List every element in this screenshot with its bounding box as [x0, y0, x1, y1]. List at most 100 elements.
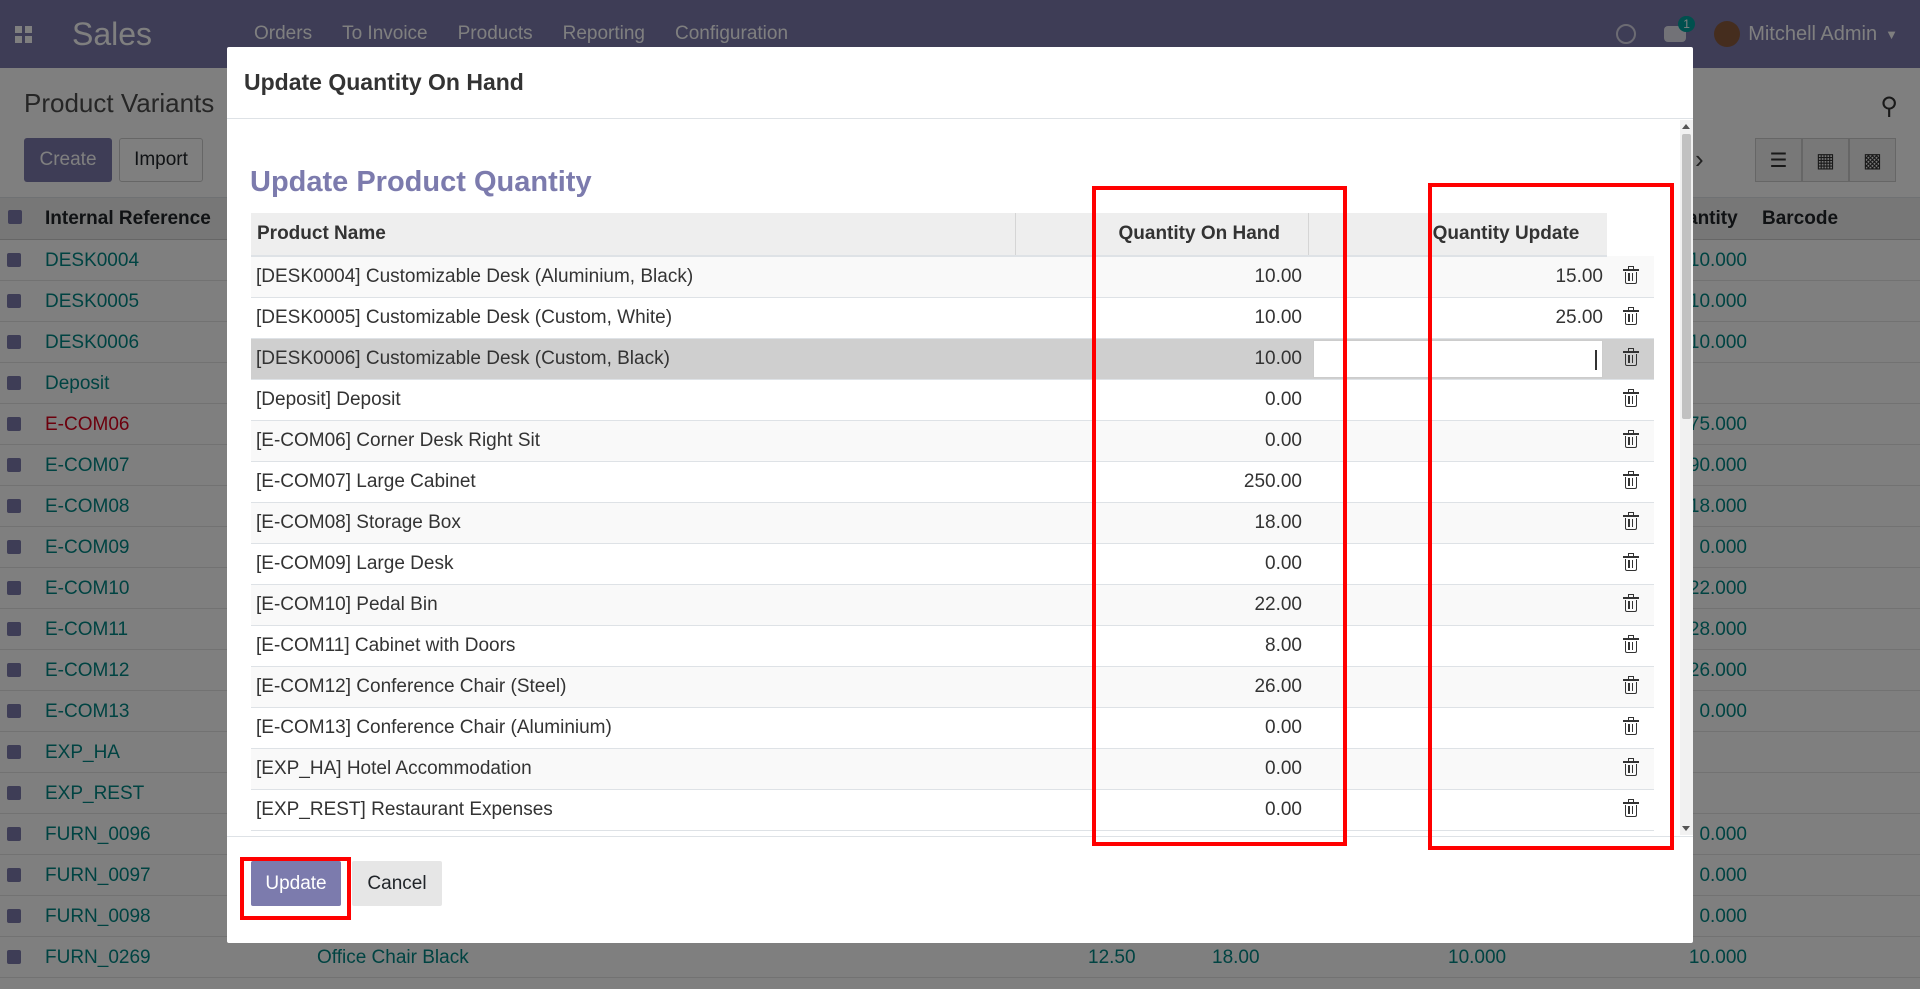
table-row[interactable]: [DESK0004] Customizable Desk (Aluminium,…: [251, 256, 1654, 298]
product-name-cell: [Deposit] Deposit: [251, 379, 1015, 421]
delete-row-button[interactable]: [1607, 379, 1654, 421]
product-name-cell: [E-COM06] Corner Desk Right Sit: [251, 420, 1015, 462]
spacer-cell: [1308, 297, 1409, 339]
trash-icon[interactable]: [1622, 593, 1639, 612]
trash-icon[interactable]: [1622, 429, 1639, 448]
quantity-on-hand-cell: 26.00: [1097, 666, 1308, 708]
spacer-cell: [1308, 543, 1409, 585]
scroll-thumb[interactable]: [1682, 134, 1691, 419]
spacer-cell: [1015, 461, 1097, 503]
quantity-on-hand-cell: 0.00: [1097, 748, 1308, 790]
modal-header: Update Quantity On Hand: [227, 47, 1693, 119]
table-row[interactable]: [E-COM12] Conference Chair (Steel) 26.00: [251, 666, 1654, 708]
product-name-cell: [EXP_HA] Hotel Accommodation: [251, 748, 1015, 790]
trash-icon[interactable]: [1622, 388, 1639, 407]
trash-icon[interactable]: [1622, 552, 1639, 571]
col-product-name[interactable]: Product Name: [251, 213, 1016, 257]
quantity-update-cell[interactable]: [1409, 584, 1607, 626]
trash-icon[interactable]: [1622, 634, 1639, 653]
table-row[interactable]: [EXP_REST] Restaurant Expenses 0.00: [251, 789, 1654, 831]
trash-icon[interactable]: [1622, 265, 1639, 284]
delete-row-button[interactable]: [1607, 707, 1654, 749]
spacer-cell: [1015, 666, 1097, 708]
delete-row-button[interactable]: [1607, 625, 1654, 667]
delete-row-button[interactable]: [1607, 420, 1654, 462]
delete-row-button[interactable]: [1607, 666, 1654, 708]
form-title: Update Product Quantity: [250, 166, 592, 198]
col-delete: [1607, 213, 1654, 256]
quantity-update-cell[interactable]: [1409, 543, 1607, 585]
quantity-update-cell[interactable]: [1409, 748, 1607, 790]
scroll-up-arrow[interactable]: [1682, 124, 1690, 129]
quantity-update-cell[interactable]: [1409, 379, 1607, 421]
delete-row-button[interactable]: [1607, 297, 1654, 339]
product-name-cell: [E-COM12] Conference Chair (Steel): [251, 666, 1015, 708]
quantity-update-cell[interactable]: [1409, 625, 1607, 667]
col-quantity-on-hand[interactable]: Quantity On Hand: [1097, 213, 1309, 257]
trash-icon[interactable]: [1622, 511, 1639, 530]
quantity-update-cell[interactable]: [1409, 707, 1607, 749]
table-row[interactable]: [E-COM09] Large Desk 0.00: [251, 543, 1654, 585]
quantity-update-cell[interactable]: [1409, 502, 1607, 544]
trash-icon[interactable]: [1622, 470, 1639, 489]
update-button[interactable]: Update: [251, 861, 341, 906]
table-row[interactable]: [E-COM10] Pedal Bin 22.00: [251, 584, 1654, 626]
quantity-table: Product Name Quantity On Hand Quantity U…: [251, 213, 1654, 831]
quantity-update-cell[interactable]: [1409, 420, 1607, 462]
table-row[interactable]: [DESK0006] Customizable Desk (Custom, Bl…: [251, 338, 1654, 380]
delete-row-button[interactable]: [1607, 748, 1654, 790]
delete-row-button[interactable]: [1607, 338, 1654, 380]
quantity-on-hand-cell: 0.00: [1097, 379, 1308, 421]
quantity-update-cell[interactable]: 25.00: [1409, 297, 1607, 339]
spacer-cell: [1308, 256, 1409, 298]
trash-icon[interactable]: [1622, 798, 1639, 817]
trash-icon[interactable]: [1622, 347, 1639, 366]
delete-row-button[interactable]: [1607, 543, 1654, 585]
trash-icon[interactable]: [1622, 675, 1639, 694]
cancel-button[interactable]: Cancel: [352, 861, 442, 906]
spacer-cell: [1015, 789, 1097, 831]
spacer-cell: [1015, 379, 1097, 421]
quantity-on-hand-cell: 0.00: [1097, 789, 1308, 831]
quantity-update-input[interactable]: [1313, 339, 1603, 378]
table-row[interactable]: [E-COM08] Storage Box 18.00: [251, 502, 1654, 544]
product-name-cell: [E-COM09] Large Desk: [251, 543, 1015, 585]
trash-icon[interactable]: [1622, 716, 1639, 735]
quantity-update-cell[interactable]: 15.00: [1409, 256, 1607, 298]
delete-row-button[interactable]: [1607, 502, 1654, 544]
quantity-update-cell[interactable]: [1409, 789, 1607, 831]
product-name-cell: [E-COM11] Cabinet with Doors: [251, 625, 1015, 667]
quantity-on-hand-cell: 22.00: [1097, 584, 1308, 626]
quantity-update-cell[interactable]: [1409, 666, 1607, 708]
delete-row-button[interactable]: [1607, 461, 1654, 503]
spacer-cell: [1015, 584, 1097, 626]
trash-icon[interactable]: [1622, 757, 1639, 776]
spacer-cell: [1015, 420, 1097, 462]
quantity-update-cell[interactable]: [1409, 461, 1607, 503]
col-quantity-update[interactable]: Quantity Update: [1409, 213, 1607, 257]
delete-row-button[interactable]: [1607, 789, 1654, 831]
table-row[interactable]: [EXP_HA] Hotel Accommodation 0.00: [251, 748, 1654, 790]
quantity-update-cell[interactable]: [1313, 338, 1607, 380]
product-name-cell: [DESK0006] Customizable Desk (Custom, Bl…: [251, 338, 1015, 380]
delete-row-button[interactable]: [1607, 584, 1654, 626]
product-name-cell: [EXP_REST] Restaurant Expenses: [251, 789, 1015, 831]
quantity-on-hand-cell: 0.00: [1097, 420, 1308, 462]
table-row[interactable]: [E-COM11] Cabinet with Doors 8.00: [251, 625, 1654, 667]
table-row[interactable]: [Deposit] Deposit 0.00: [251, 379, 1654, 421]
spacer-cell: [1015, 707, 1097, 749]
product-name-cell: [DESK0005] Customizable Desk (Custom, Wh…: [251, 297, 1015, 339]
spacer-cell: [1308, 420, 1409, 462]
table-row[interactable]: [E-COM13] Conference Chair (Aluminium) 0.…: [251, 707, 1654, 749]
modal-scrollbar[interactable]: [1680, 120, 1693, 835]
trash-icon[interactable]: [1622, 306, 1639, 325]
table-row[interactable]: [E-COM07] Large Cabinet 250.00: [251, 461, 1654, 503]
table-row[interactable]: [E-COM06] Corner Desk Right Sit 0.00: [251, 420, 1654, 462]
col-spacer: [1015, 213, 1097, 257]
quantity-on-hand-cell: 18.00: [1097, 502, 1308, 544]
modal-footer: Update Cancel: [227, 836, 1693, 943]
spacer-cell: [1308, 748, 1409, 790]
delete-row-button[interactable]: [1607, 256, 1654, 298]
table-row[interactable]: [DESK0005] Customizable Desk (Custom, Wh…: [251, 297, 1654, 339]
scroll-down-arrow[interactable]: [1682, 826, 1690, 831]
